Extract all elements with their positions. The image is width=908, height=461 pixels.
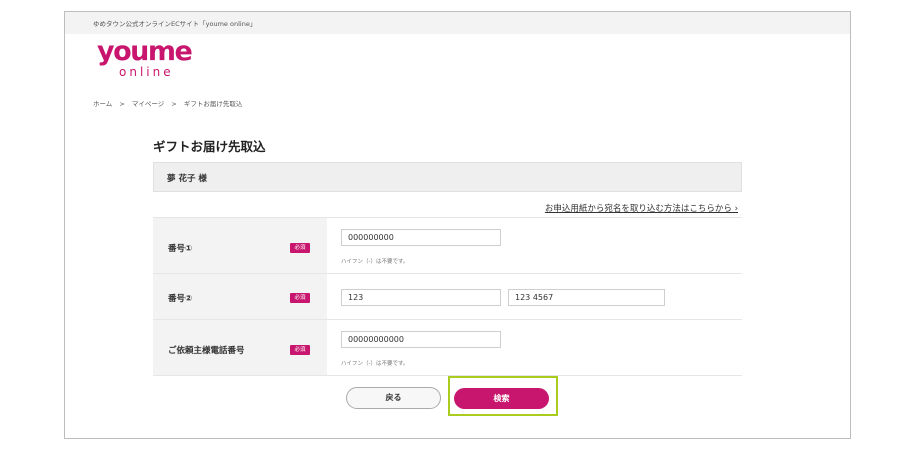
phone-hint: ハイフン（-）は不要です。 <box>341 361 409 367</box>
form-row-number2: 番号② 必須 123 123 4567 <box>153 274 742 320</box>
page-title: ギフトお届け先取込 <box>153 139 266 154</box>
site-logo[interactable]: youme online <box>97 37 207 81</box>
number2-input-a[interactable]: 123 <box>341 289 501 306</box>
number1-input[interactable]: 000000000 <box>341 229 501 246</box>
breadcrumb-home[interactable]: ホーム <box>93 100 112 108</box>
customer-name: 夢 花子 様 <box>167 174 207 184</box>
breadcrumb-mypage[interactable]: マイページ <box>132 100 164 108</box>
phone-label: ご依頼主様電話番号 <box>168 346 245 356</box>
gift-import-form: 番号① 必須 000000000 ハイフン（-）は不要です。 番号② 必須 12… <box>153 217 742 376</box>
breadcrumb: ホーム > マイページ > ギフトお届け先取込 <box>93 98 247 108</box>
logo-main-text: youme <box>97 36 193 67</box>
row-label-cell: 番号① 必須 <box>153 218 327 273</box>
row-value-cell: 00000000000 ハイフン（-）は不要です。 <box>327 320 742 375</box>
row-value-cell: 123 123 4567 <box>327 274 742 319</box>
number2-input-b[interactable]: 123 4567 <box>508 289 665 306</box>
import-method-link[interactable]: お申込用紙から宛名を取り込む方法はこちらから › <box>545 202 738 214</box>
required-badge: 必須 <box>290 293 310 303</box>
phone-input[interactable]: 00000000000 <box>341 331 501 348</box>
row-label-cell: 番号② 必須 <box>153 274 327 319</box>
form-row-number1: 番号① 必須 000000000 ハイフン（-）は不要です。 <box>153 218 742 274</box>
header-strip: ゆめタウン公式オンラインECサイト「youme online」 <box>65 12 850 34</box>
logo-sub-text: online <box>119 65 174 79</box>
breadcrumb-current: ギフトお届け先取込 <box>183 100 243 108</box>
row-label-cell: ご依頼主様電話番号 必須 <box>153 320 327 375</box>
breadcrumb-separator: > <box>171 100 177 108</box>
required-badge: 必須 <box>290 345 310 355</box>
back-button[interactable]: 戻る <box>346 387 441 409</box>
number2-label: 番号② <box>168 294 193 304</box>
number1-label: 番号① <box>168 244 193 254</box>
breadcrumb-separator: > <box>119 100 125 108</box>
page-frame: ゆめタウン公式オンラインECサイト「youme online」 youme on… <box>64 11 851 439</box>
customer-name-box: 夢 花子 様 <box>153 162 742 192</box>
required-badge: 必須 <box>290 243 310 253</box>
number1-hint: ハイフン（-）は不要です。 <box>341 259 409 265</box>
search-button[interactable]: 検索 <box>454 388 549 409</box>
form-row-phone: ご依頼主様電話番号 必須 00000000000 ハイフン（-）は不要です。 <box>153 320 742 376</box>
row-value-cell: 000000000 ハイフン（-）は不要です。 <box>327 218 742 273</box>
site-description: ゆめタウン公式オンラインECサイト「youme online」 <box>93 20 257 28</box>
